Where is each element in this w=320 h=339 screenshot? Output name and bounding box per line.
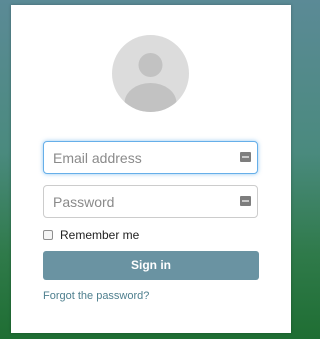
- remember-checkbox[interactable]: [43, 230, 53, 240]
- sign-in-button[interactable]: Sign in: [43, 251, 259, 280]
- email-input[interactable]: [53, 142, 233, 173]
- key-icon: [240, 196, 251, 206]
- email-field[interactable]: [43, 141, 258, 174]
- forgot-password-link[interactable]: Forgot the password?: [43, 290, 149, 302]
- password-field[interactable]: [43, 185, 258, 218]
- login-card: Remember me Sign in Forgot the password?: [11, 5, 291, 333]
- avatar-icon: [112, 35, 189, 112]
- remember-me[interactable]: Remember me: [43, 228, 139, 242]
- key-icon: [240, 152, 251, 162]
- remember-label: Remember me: [60, 228, 140, 242]
- password-input[interactable]: [53, 186, 233, 217]
